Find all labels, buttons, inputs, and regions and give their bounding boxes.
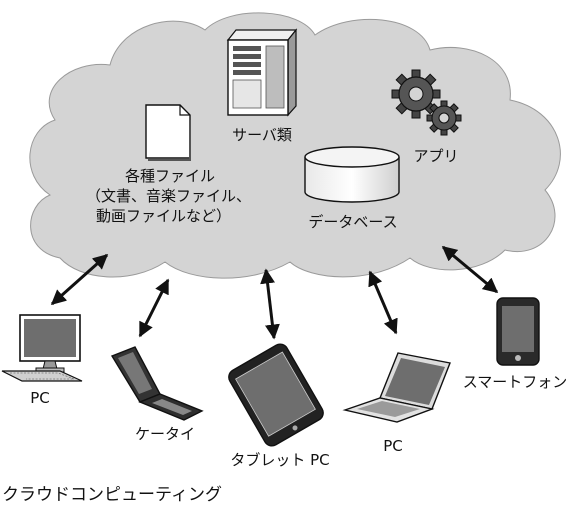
files-label: 各種ファイル — [124, 167, 215, 185]
tablet-label: タブレット PC — [230, 451, 330, 469]
apps-label: アプリ — [413, 147, 459, 165]
flip-phone-icon — [110, 346, 204, 421]
desktop-pc-icon — [1, 314, 83, 382]
database-label: データベース — [308, 213, 398, 231]
laptop-icon — [342, 352, 451, 423]
database-icon — [304, 146, 400, 203]
document-icon — [145, 104, 191, 161]
arrow-pc-laptop — [368, 270, 398, 335]
arrow-mobile-phone — [138, 278, 170, 338]
arrow-tablet — [260, 268, 280, 340]
pc-desktop-label: PC — [30, 389, 50, 407]
cloud-computing-diagram — [1, 12, 561, 447]
tablet-icon — [228, 343, 324, 447]
smartphone-icon — [496, 297, 540, 366]
pc-laptop-label: PC — [383, 437, 403, 455]
diagram-caption: クラウドコンピューティング — [2, 485, 222, 505]
files-detail-line-1: （文書、音楽ファイル、 — [86, 187, 252, 205]
server-icon — [226, 28, 298, 117]
smartphone-label: スマートフォン — [462, 373, 568, 391]
mobile-phone-label: ケータイ — [134, 425, 195, 443]
servers-label: サーバ類 — [232, 126, 292, 144]
files-detail-line-2: 動画ファイルなど） — [96, 207, 232, 225]
